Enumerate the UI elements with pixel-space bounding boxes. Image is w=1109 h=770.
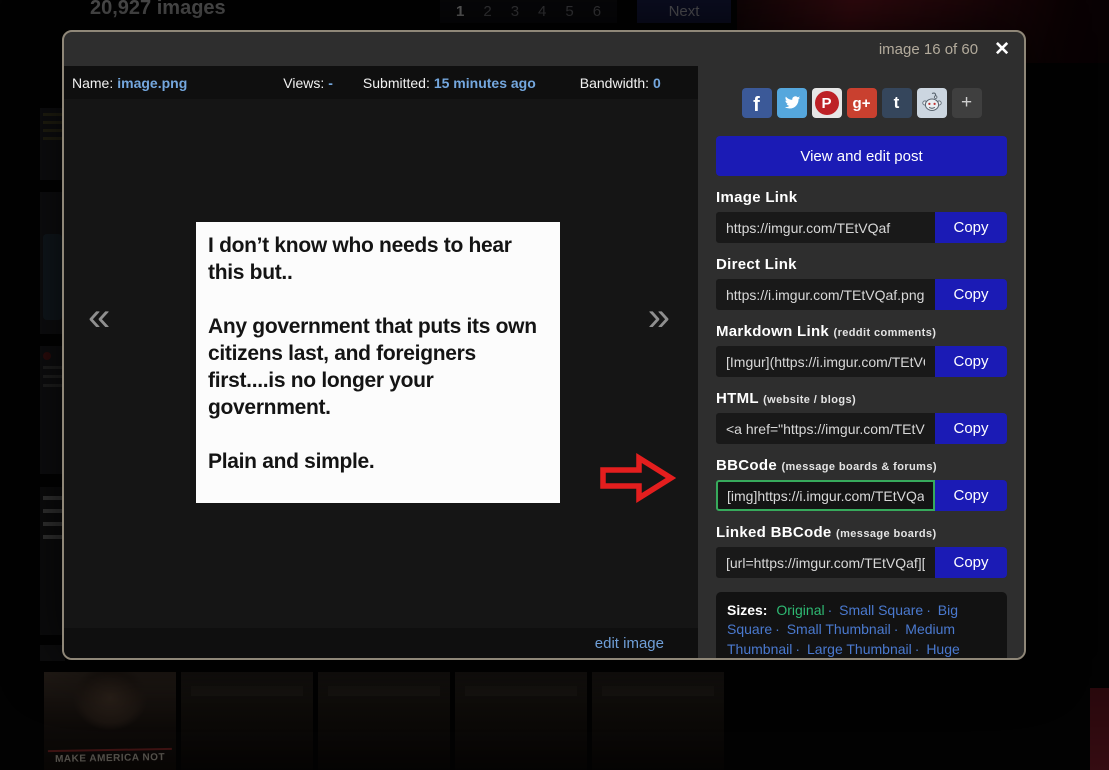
size-link-large-thumbnail[interactable]: Large Thumbnail — [807, 641, 912, 657]
field-row-bbcode: Copy — [716, 480, 1007, 511]
field-label-markdown-link: Markdown Link (reddit comments) — [716, 323, 1007, 340]
twitter-icon[interactable] — [777, 88, 807, 118]
tumblr-icon[interactable]: t — [882, 88, 912, 118]
direct-link-input[interactable] — [716, 279, 935, 310]
meta-views: Views:- — [283, 75, 333, 91]
linked-bbcode-input[interactable] — [716, 547, 935, 578]
googleplus-icon[interactable]: g+ — [847, 88, 877, 118]
image-meta-bar: Name:image.png Views:- Submitted:15 minu… — [64, 66, 698, 99]
pinterest-icon[interactable]: P — [812, 88, 842, 118]
size-link-small-thumbnail[interactable]: Small Thumbnail — [787, 621, 891, 637]
image-pane: Name:image.png Views:- Submitted:15 minu… — [64, 66, 698, 658]
displayed-image: I don’t know who needs to hear this but.… — [196, 222, 560, 503]
field-label-linked-bbcode: Linked BBCode (message boards) — [716, 524, 1007, 541]
image-footer: edit image — [64, 628, 698, 658]
copy-direct-link-button[interactable]: Copy — [935, 279, 1007, 310]
sizes-label: Sizes: — [727, 602, 767, 618]
reddit-icon[interactable] — [917, 88, 947, 118]
bbcode-input[interactable] — [716, 480, 935, 511]
field-label-html: HTML (website / blogs) — [716, 390, 1007, 407]
close-icon[interactable]: ✕ — [994, 40, 1010, 59]
field-label-direct-link: Direct Link — [716, 256, 1007, 273]
meta-bandwidth: Bandwidth:0 — [580, 75, 661, 91]
more-share-icon[interactable]: + — [952, 88, 982, 118]
image-viewport: « I don’t know who needs to hear this bu… — [64, 99, 698, 628]
modal-titlebar: image 16 of 60 ✕ — [64, 32, 1024, 66]
field-row-linked-bbcode: Copy — [716, 547, 1007, 578]
meme-text-line: Any government that puts its own citizen… — [208, 313, 548, 422]
size-link-small-square[interactable]: Small Square — [839, 602, 923, 618]
social-share-row: f P g+ t — [716, 88, 1007, 118]
copy-bbcode-button[interactable]: Copy — [935, 480, 1007, 511]
field-row-markdown-link: Copy — [716, 346, 1007, 377]
copy-image-link-button[interactable]: Copy — [935, 212, 1007, 243]
copy-markdown-link-button[interactable]: Copy — [935, 346, 1007, 377]
annotation-arrow-icon — [598, 453, 676, 503]
submitted-value: 15 minutes ago — [434, 75, 536, 91]
html-embed-input[interactable] — [716, 413, 935, 444]
size-link-original[interactable]: Original — [776, 602, 824, 618]
edit-image-link[interactable]: edit image — [595, 635, 664, 652]
field-row-html: Copy — [716, 413, 1007, 444]
image-viewer-modal: image 16 of 60 ✕ Name:image.png Views:- … — [62, 30, 1026, 660]
image-filename-link[interactable]: image.png — [117, 75, 187, 91]
share-sidebar: f P g+ t — [698, 66, 1024, 658]
meta-submitted: Submitted:15 minutes ago — [363, 75, 536, 91]
facebook-icon[interactable]: f — [742, 88, 772, 118]
meme-text-line: Plain and simple. — [208, 448, 548, 475]
copy-html-button[interactable]: Copy — [935, 413, 1007, 444]
meta-name: Name:image.png — [72, 75, 187, 91]
markdown-link-input[interactable] — [716, 346, 935, 377]
next-image-icon[interactable]: » — [648, 297, 670, 337]
field-label-bbcode: BBCode (message boards & forums) — [716, 457, 1007, 474]
image-counter: image 16 of 60 — [879, 41, 978, 58]
field-row-image-link: Copy — [716, 212, 1007, 243]
image-link-input[interactable] — [716, 212, 935, 243]
previous-image-icon[interactable]: « — [88, 297, 110, 337]
copy-linked-bbcode-button[interactable]: Copy — [935, 547, 1007, 578]
bandwidth-value: 0 — [653, 75, 661, 91]
view-and-edit-post-button[interactable]: View and edit post — [716, 136, 1007, 176]
sizes-box: Sizes: Original· Small Square· Big Squar… — [716, 592, 1007, 660]
field-label-image-link: Image Link — [716, 189, 1007, 206]
field-row-direct-link: Copy — [716, 279, 1007, 310]
meme-text-line: I don’t know who needs to hear this but.… — [208, 232, 548, 287]
views-value: - — [328, 75, 333, 91]
